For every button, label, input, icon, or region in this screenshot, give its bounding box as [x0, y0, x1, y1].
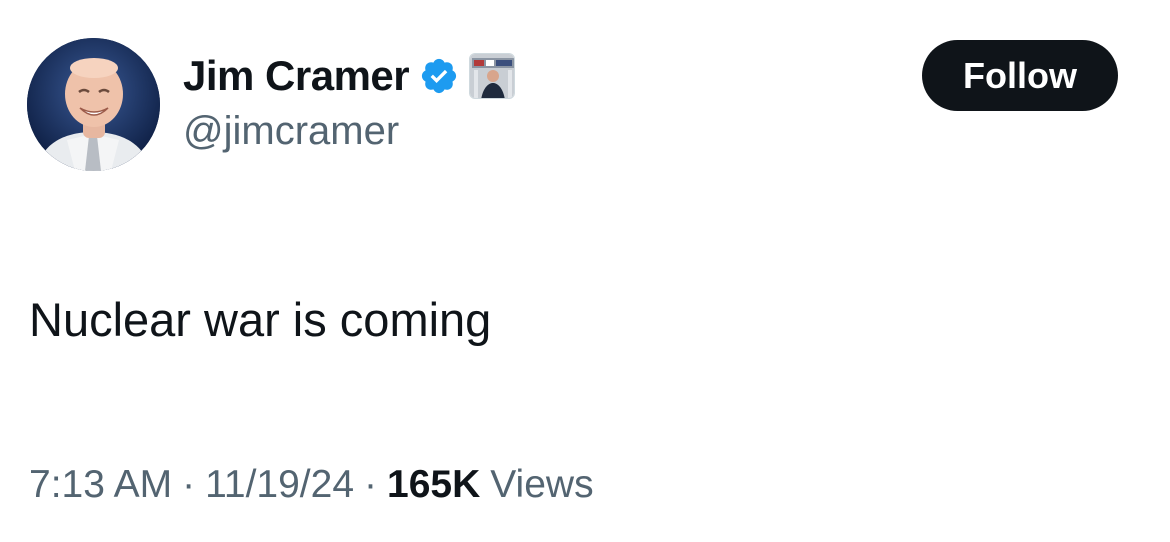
- avatar-photo: [27, 38, 160, 171]
- affiliate-badge-icon[interactable]: [469, 53, 516, 99]
- views-count[interactable]: 165K: [387, 460, 480, 510]
- author-display-name[interactable]: Jim Cramer: [183, 52, 410, 100]
- author-name-row: Jim Cramer: [183, 52, 516, 100]
- verified-badge-icon[interactable]: [419, 56, 459, 96]
- tweet-text: Nuclear war is coming: [29, 293, 492, 346]
- avatar[interactable]: [27, 38, 160, 171]
- views-label[interactable]: Views: [490, 460, 593, 510]
- tweet-time[interactable]: 7:13 AM: [29, 460, 172, 510]
- follow-button[interactable]: Follow: [922, 40, 1118, 111]
- tweet-card: Jim Cramer @jimcramer Follow Nuclear war…: [0, 0, 1170, 542]
- author-handle[interactable]: @jimcramer: [183, 108, 399, 154]
- meta-separator: ·: [364, 463, 378, 506]
- tweet-meta: 7:13 AM · 11/19/24 · 165K Views: [29, 460, 594, 510]
- tweet-date[interactable]: 11/19/24: [205, 460, 354, 510]
- meta-separator: ·: [182, 463, 196, 506]
- affiliate-badge-image: [470, 54, 515, 98]
